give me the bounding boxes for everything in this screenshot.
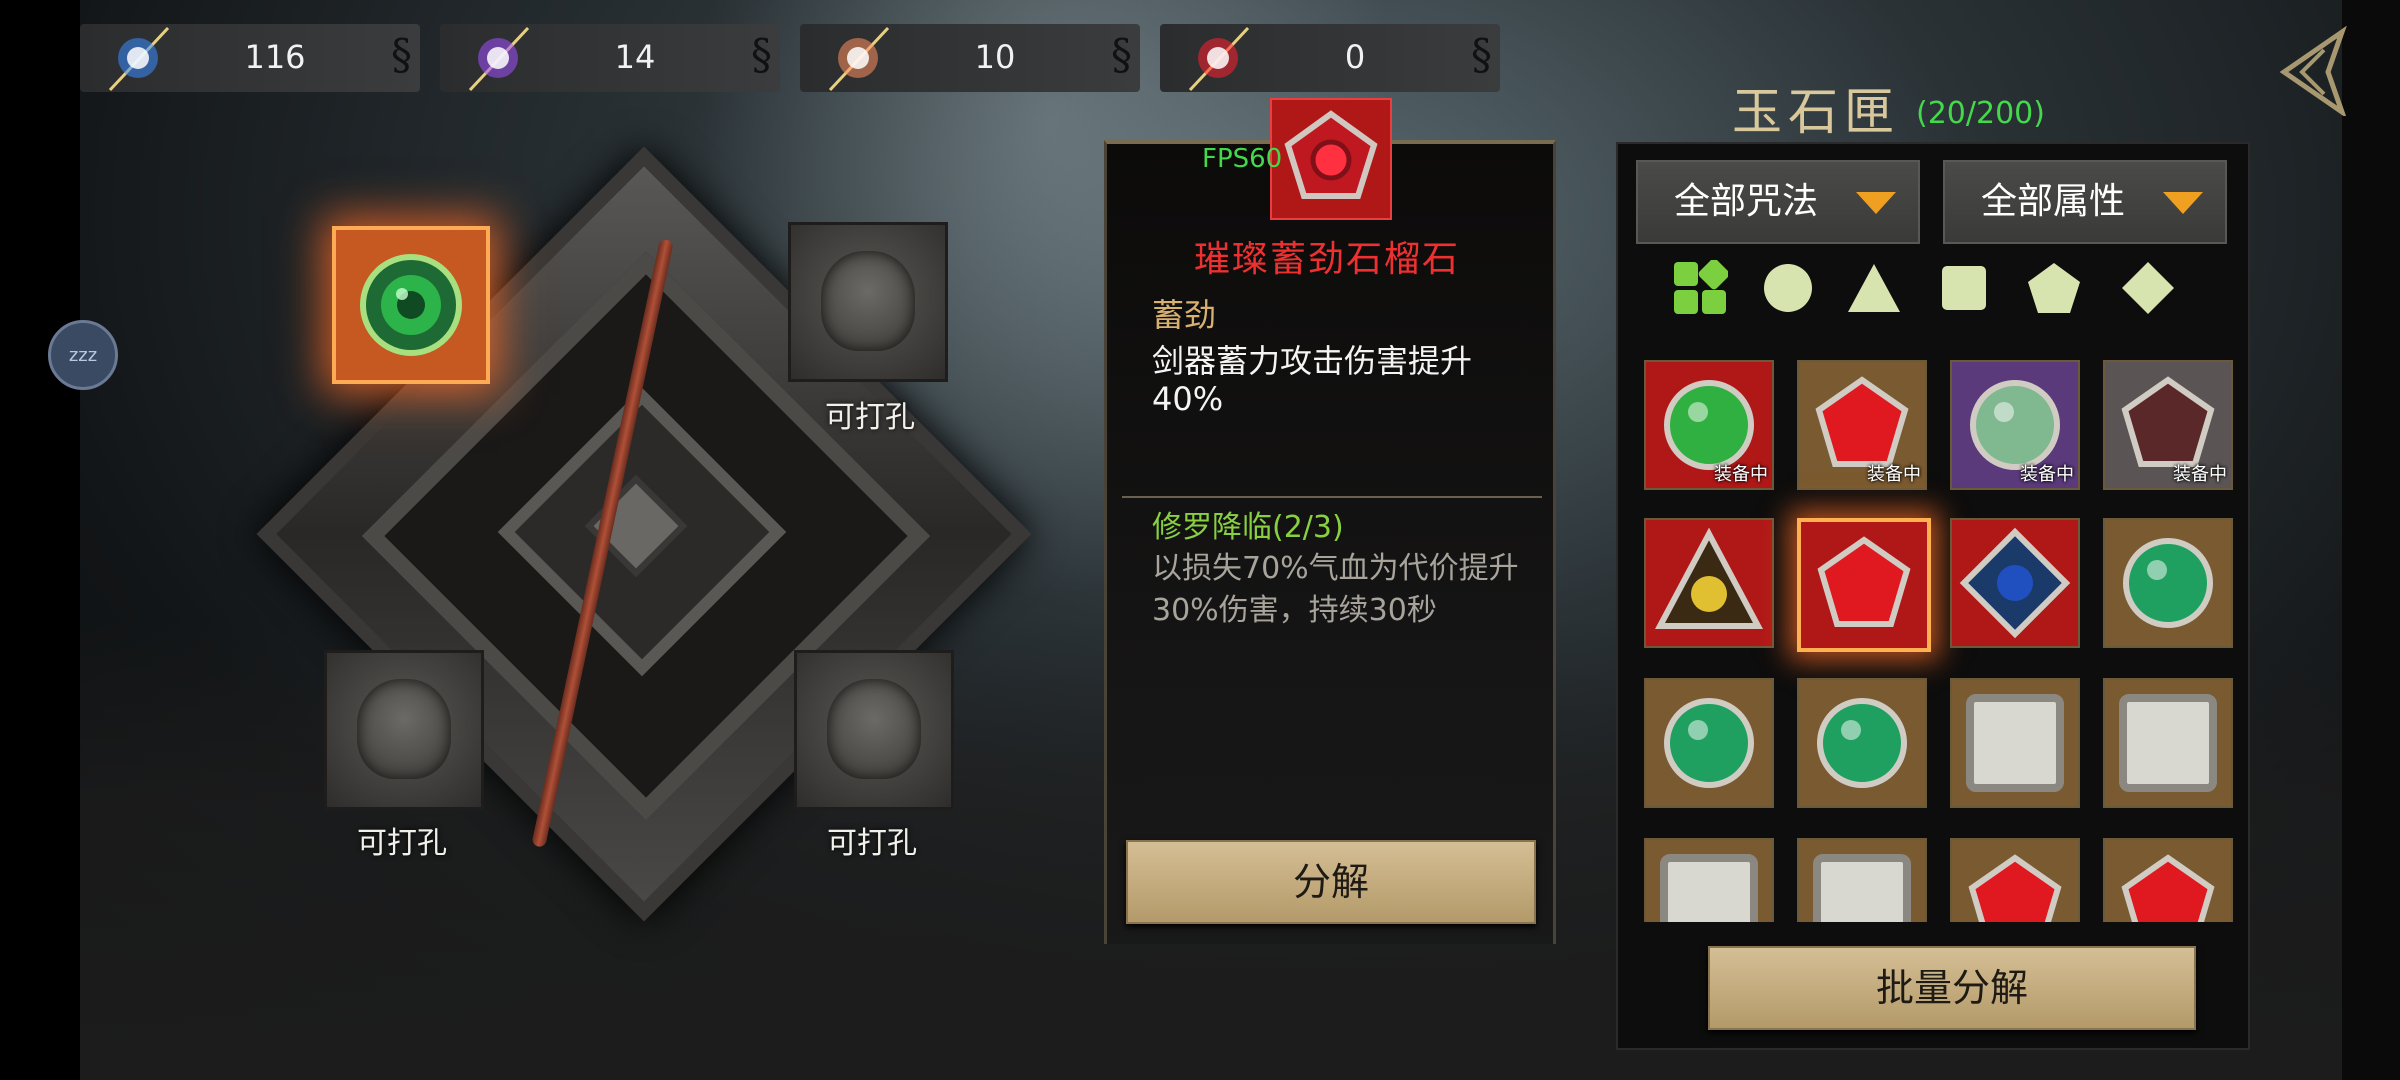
purple-crystal-icon [468,26,530,92]
attribute-filter-dropdown[interactable]: 全部属性 [1943,160,2227,244]
socket-slot-bottom-left-label: 可打孔 [357,826,447,861]
currency-blue-crystal: 116 § [80,24,420,92]
gem-slot[interactable] [1797,678,1927,808]
all-shapes-icon[interactable] [1672,260,1728,316]
square-gem-icon [1966,694,2064,792]
hook-ornament: § [1111,30,1132,79]
socket-slot-top-right[interactable] [788,222,948,382]
currency-red-crystal: 0 § [1160,24,1500,92]
hook-ornament: § [1471,30,1492,79]
circle-gem-icon [1817,698,1907,788]
red-crystal-icon [1188,26,1250,92]
gem-slot[interactable] [1950,518,2080,648]
gem-slot[interactable] [1644,518,1774,648]
gem-slot[interactable] [1797,518,1931,652]
gem-slot[interactable]: 装备中 [1644,360,1774,490]
socket-slot-bottom-right-label: 可打孔 [827,826,917,861]
triangle-gem-icon [1655,527,1763,629]
gem-slot[interactable] [1950,838,2080,922]
gem-slot[interactable] [1797,838,1927,922]
socket-slot-bottom-left[interactable] [324,650,484,810]
sleep-badge-text: zzz [68,344,98,366]
selected-gem-thumbnail [1270,98,1392,220]
set-bonus-description: 以损失70%气血为代价提升30%伤害，持续30秒 [1152,551,1519,628]
currency-orange-crystal: 10 § [800,24,1140,92]
spell-filter-label: 全部咒法 [1674,181,1819,222]
pentagon-gem-icon [1817,536,1911,627]
chevron-down-icon [1856,192,1896,214]
gem-slot[interactable] [2103,518,2233,648]
gem-slot[interactable] [2103,838,2233,922]
square-gem-icon [1660,854,1758,922]
fps-counter: FPS60 [1202,144,1283,174]
attribute-description: 剑器蓄力攻击伤害提升40% [1152,342,1473,418]
attribute-title: 蓄劲 [1152,296,1217,334]
gem-slot[interactable]: 装备中 [1950,360,2080,490]
equipped-tag: 装备中 [2173,464,2227,485]
back-arrow-icon [2279,25,2347,119]
right-letterbox [2342,0,2400,1080]
currency-value: 116 [244,38,306,76]
pentagon-icon[interactable] [2026,260,2082,316]
lion-face-emblem [357,679,451,779]
gem-slot[interactable]: 装备中 [2103,360,2233,490]
currency-value: 0 [1344,38,1366,76]
socket-slot-bottom-right[interactable] [794,650,954,810]
circle-gem-icon [1664,698,1754,788]
equipped-tag: 装备中 [1714,464,1768,485]
red-pentagon-gem-icon [1284,110,1378,199]
lion-face-emblem [821,251,915,351]
gem-slot[interactable] [2103,678,2233,808]
decompose-button[interactable]: 分解 [1126,840,1536,924]
socket-slot-top-left[interactable] [332,226,490,384]
diamond-gem-icon [1959,527,2071,639]
green-jade-gem-icon [360,254,462,356]
currency-value: 10 [974,38,1016,76]
currency-value: 14 [614,38,656,76]
inventory-count: (20/200) [1916,96,2045,131]
equipped-tag: 装备中 [2020,464,2074,485]
detail-divider [1122,496,1542,498]
hook-ornament: § [751,30,772,79]
sleep-mode-badge[interactable]: zzz [48,320,118,390]
gem-slot[interactable]: 装备中 [1797,360,1927,490]
pentagon-gem-icon [2121,854,2215,922]
circle-gem-icon [2123,538,2213,628]
left-letterbox [0,0,80,1080]
gem-slot[interactable] [1644,838,1774,922]
attribute-filter-label: 全部属性 [1981,181,2126,222]
lion-face-emblem [827,679,921,779]
pentagon-gem-icon [1968,854,2062,922]
socket-slot-top-right-label: 可打孔 [825,400,915,435]
triangle-icon[interactable] [1846,260,1902,316]
square-icon[interactable] [1936,260,1992,316]
batch-decompose-button[interactable]: 批量分解 [1708,946,2196,1030]
gem-slot[interactable] [1644,678,1774,808]
square-gem-icon [1813,854,1911,922]
gem-grid: 装备中 装备中 装备中 装备中 [1640,356,2240,922]
diamond-icon[interactable] [2120,260,2176,316]
circle-icon[interactable] [1760,260,1816,316]
orange-crystal-icon [828,26,890,92]
square-gem-icon [2119,694,2217,792]
equipped-tag: 装备中 [1867,464,1921,485]
chevron-down-icon [2163,192,2203,214]
inventory-title: 玉石匣 [1732,83,1900,141]
hook-ornament: § [391,30,412,79]
blue-crystal-icon [108,26,170,92]
back-button[interactable] [2272,25,2352,119]
set-bonus-name: 修罗降临(2/3) [1152,510,1344,545]
gem-slot[interactable] [1950,678,2080,808]
currency-purple-crystal: 14 § [440,24,780,92]
spell-filter-dropdown[interactable]: 全部咒法 [1636,160,1920,244]
gem-name: 璀璨蓄劲石榴石 [1193,239,1460,280]
